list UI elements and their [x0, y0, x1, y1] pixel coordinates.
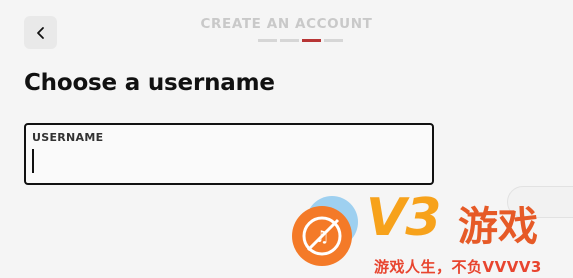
- username-label: USERNAME: [32, 131, 104, 144]
- step-progress: [258, 39, 343, 42]
- watermark-brand: V3: [366, 188, 441, 248]
- watermark-tagline: 游戏人生，不负VVVV3: [374, 258, 542, 276]
- watermark: ♫ V3 游戏 游戏人生，不负VVVV3: [282, 188, 573, 278]
- progress-step: [324, 39, 343, 42]
- watermark-logo-icon: ♫: [292, 196, 358, 266]
- text-caret: [32, 149, 34, 173]
- username-field[interactable]: USERNAME: [24, 123, 434, 185]
- watermark-brand-cn: 游戏: [458, 204, 538, 250]
- progress-step: [258, 39, 277, 42]
- page-heading: Choose a username: [24, 70, 275, 96]
- step-title: CREATE AN ACCOUNT: [200, 16, 373, 32]
- progress-step: [280, 39, 299, 42]
- username-input[interactable]: [31, 149, 421, 173]
- svg-text:♫: ♫: [315, 227, 329, 246]
- progress-step-active: [302, 39, 321, 42]
